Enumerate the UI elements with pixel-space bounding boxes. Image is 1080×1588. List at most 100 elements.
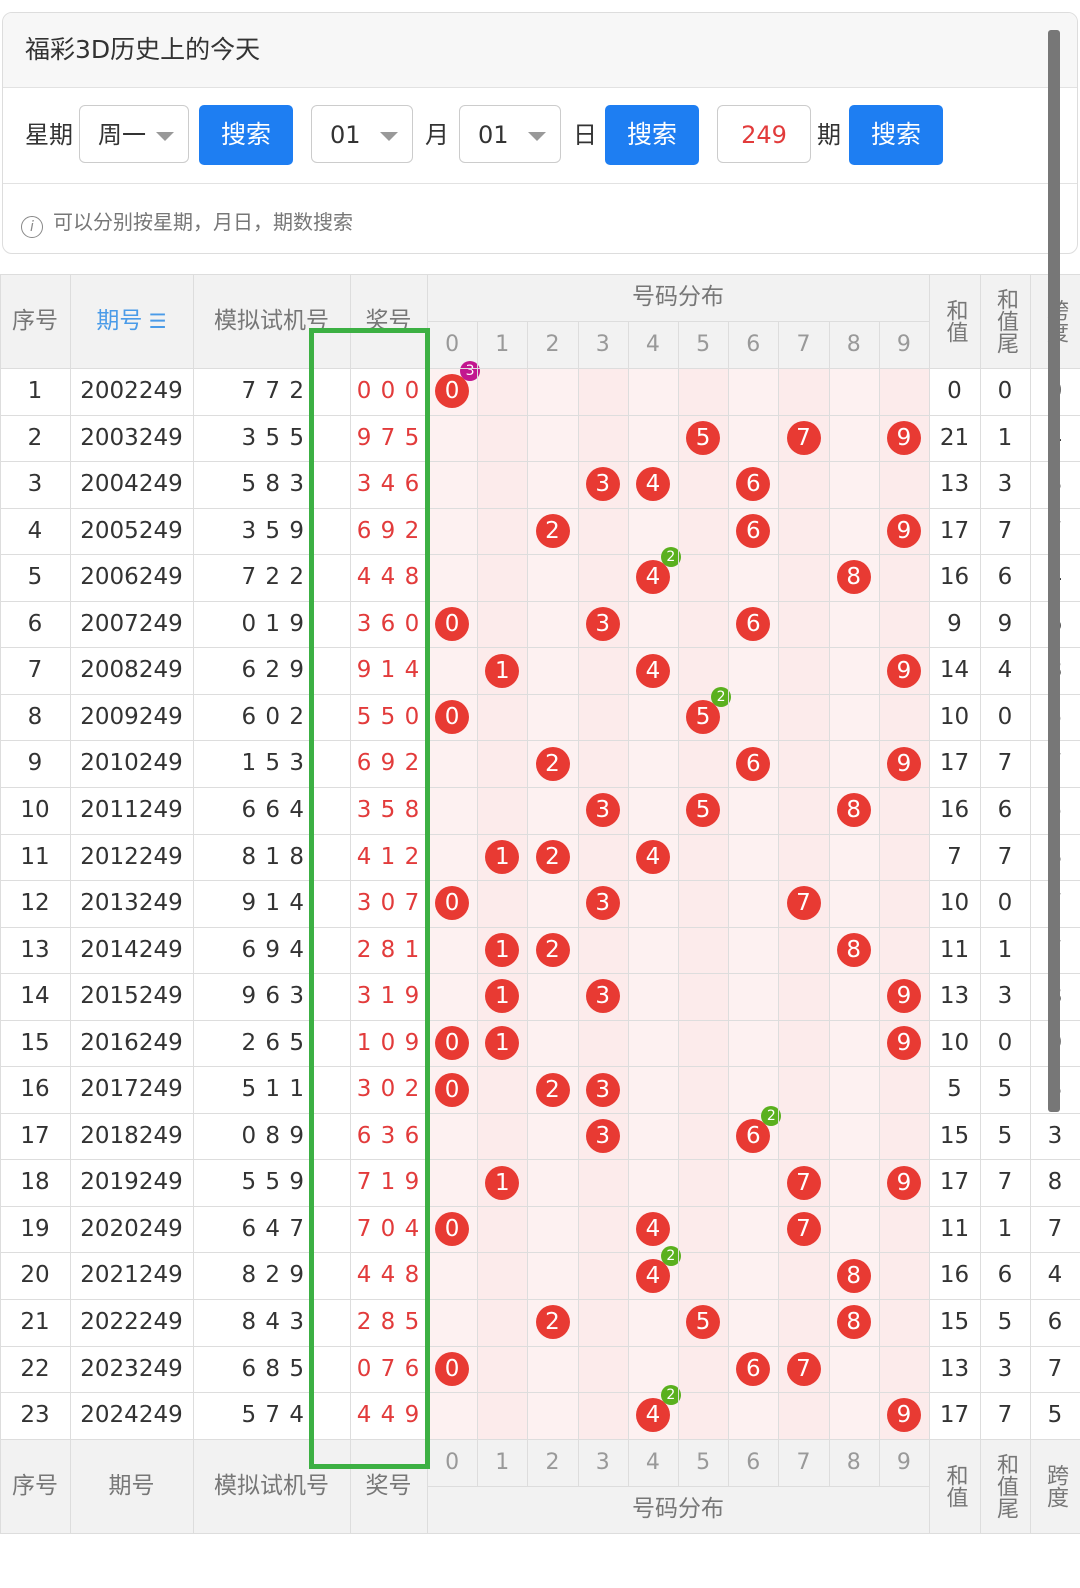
header-digit: 9 — [896, 332, 911, 357]
row-prize: 6 3 6 — [356, 1122, 421, 1149]
row-sim: 6 8 5 — [241, 1355, 305, 1382]
row-sum: 10 — [939, 890, 970, 917]
row-sum-tail: 1 — [997, 424, 1013, 451]
header-digit: 5 — [696, 1449, 711, 1475]
header-issue-label: 期号 — [108, 1472, 155, 1499]
scrollbar[interactable] — [1048, 30, 1060, 1112]
distribution-ball: 0 — [435, 1351, 470, 1386]
row-prize: 3 4 6 — [356, 471, 421, 498]
row-issue: 2006249 — [80, 564, 183, 591]
row-sim: 7 2 2 — [241, 564, 305, 591]
search-card: 福彩3D历史上的今天 星期 周一 搜索 01 月 01 日 搜索 249 期 搜… — [2, 12, 1078, 254]
issue-input[interactable]: 249 — [717, 105, 811, 163]
row-issue: 2003249 — [80, 424, 183, 451]
row-sum-tail: 0 — [997, 703, 1013, 730]
row-prize: 6 9 2 — [356, 517, 421, 544]
distribution-ball: 0 — [435, 1025, 470, 1060]
header-seq: 序号 — [12, 308, 58, 334]
distribution-ball: 9 — [886, 420, 921, 455]
row-sum-tail: 3 — [997, 983, 1013, 1010]
date-search-button[interactable]: 搜索 — [605, 105, 699, 165]
header-digit: 0 — [445, 1449, 460, 1475]
row-sim: 5 7 4 — [241, 1402, 305, 1429]
month-select[interactable]: 01 — [311, 105, 413, 163]
issue-label: 期 — [817, 121, 841, 149]
row-sum: 5 — [947, 1076, 962, 1103]
digit-divider — [678, 321, 679, 1486]
row-divider — [0, 1438, 1080, 1440]
row-sum-tail: 7 — [997, 1169, 1013, 1196]
row-prize: 5 5 0 — [356, 703, 421, 730]
header-sum-tail: 和值尾 — [993, 288, 1018, 354]
row-sim: 9 1 4 — [241, 890, 305, 917]
column-divider — [350, 274, 351, 1533]
search-row: 星期 周一 搜索 01 月 01 日 搜索 249 期 搜索 — [3, 105, 1077, 165]
row-issue: 2014249 — [80, 936, 183, 963]
row-issue: 2015249 — [80, 983, 183, 1010]
row-seq: 1 — [27, 378, 43, 404]
distribution-ball: 8 — [836, 560, 871, 595]
row-sim: 8 2 9 — [241, 1262, 305, 1289]
header-digit: 9 — [896, 1449, 911, 1475]
distribution-ball: 7 — [786, 420, 821, 455]
issue-search-button[interactable]: 搜索 — [849, 105, 943, 165]
column-divider — [427, 274, 428, 1533]
row-seq: 23 — [20, 1402, 50, 1429]
row-seq: 7 — [27, 657, 43, 684]
row-sum: 10 — [939, 703, 970, 730]
digit-column-bg — [477, 368, 528, 1439]
row-issue: 2008249 — [80, 657, 183, 684]
row-sum-tail: 5 — [997, 1076, 1013, 1103]
weekday-select[interactable]: 周一 — [79, 105, 189, 163]
day-value: 01 — [478, 121, 509, 149]
distribution-ball: 4 — [635, 839, 670, 874]
column-divider — [1030, 274, 1031, 1533]
header-digit: 4 — [645, 1449, 660, 1475]
row-prize: 3 0 7 — [356, 890, 421, 917]
row-seq: 3 — [27, 471, 43, 498]
distribution-ball: 3 — [585, 1072, 620, 1107]
row-issue: 2013249 — [80, 890, 183, 917]
row-sim: 8 4 3 — [241, 1309, 305, 1335]
hint-text: 可以分别按星期，月日，期数搜索 — [53, 210, 353, 234]
row-seq: 6 — [27, 610, 43, 637]
search-hint: i 可以分别按星期，月日，期数搜索 — [21, 207, 353, 238]
row-issue: 2024249 — [80, 1402, 183, 1429]
row-sum: 15 — [939, 1122, 970, 1149]
header-digit: 8 — [846, 1449, 861, 1475]
column-divider — [0, 274, 1, 1533]
row-sim: 1 5 3 — [241, 750, 305, 777]
weekday-search-button[interactable]: 搜索 — [199, 105, 293, 165]
header-digit: 6 — [746, 1449, 761, 1475]
distribution-ball: 3 — [585, 979, 620, 1014]
row-sum-tail: 7 — [997, 843, 1013, 870]
distribution-ball: 2 — [535, 1072, 570, 1107]
header-distribution: 号码分布 — [632, 1495, 724, 1522]
digit-divider — [778, 321, 780, 1486]
header-prize: 奖号 — [365, 308, 412, 334]
row-sum: 17 — [939, 517, 970, 544]
row-sum-tail: 6 — [997, 564, 1013, 591]
distribution-ball: 1 — [485, 653, 520, 688]
row-seq: 21 — [20, 1309, 50, 1335]
header-distribution: 号码分布 — [632, 284, 724, 310]
row-seq: 12 — [20, 890, 50, 917]
row-prize: 6 9 2 — [356, 750, 421, 777]
row-seq: 18 — [20, 1169, 50, 1196]
row-prize: 2 8 1 — [356, 936, 421, 963]
row-sum: 17 — [939, 1402, 970, 1429]
row-sum: 16 — [939, 564, 970, 591]
row-issue: 2009249 — [80, 703, 183, 730]
distribution-ball: 8 — [836, 793, 871, 828]
sort-lines-icon[interactable]: ☰ — [142, 309, 167, 333]
digit-divider — [577, 321, 579, 1486]
distribution-ball: 3 — [585, 607, 620, 642]
row-issue: 2023249 — [80, 1355, 183, 1382]
distribution-ball: 4 — [635, 653, 670, 688]
row-sum: 15 — [939, 1309, 970, 1335]
day-select[interactable]: 01 — [459, 105, 561, 163]
header-issue[interactable]: 期号 ☰ — [70, 274, 193, 368]
row-prize: 2 8 5 — [356, 1309, 421, 1335]
distribution-ball: 7 — [786, 1351, 821, 1386]
distribution-ball: 7 — [786, 1212, 821, 1247]
